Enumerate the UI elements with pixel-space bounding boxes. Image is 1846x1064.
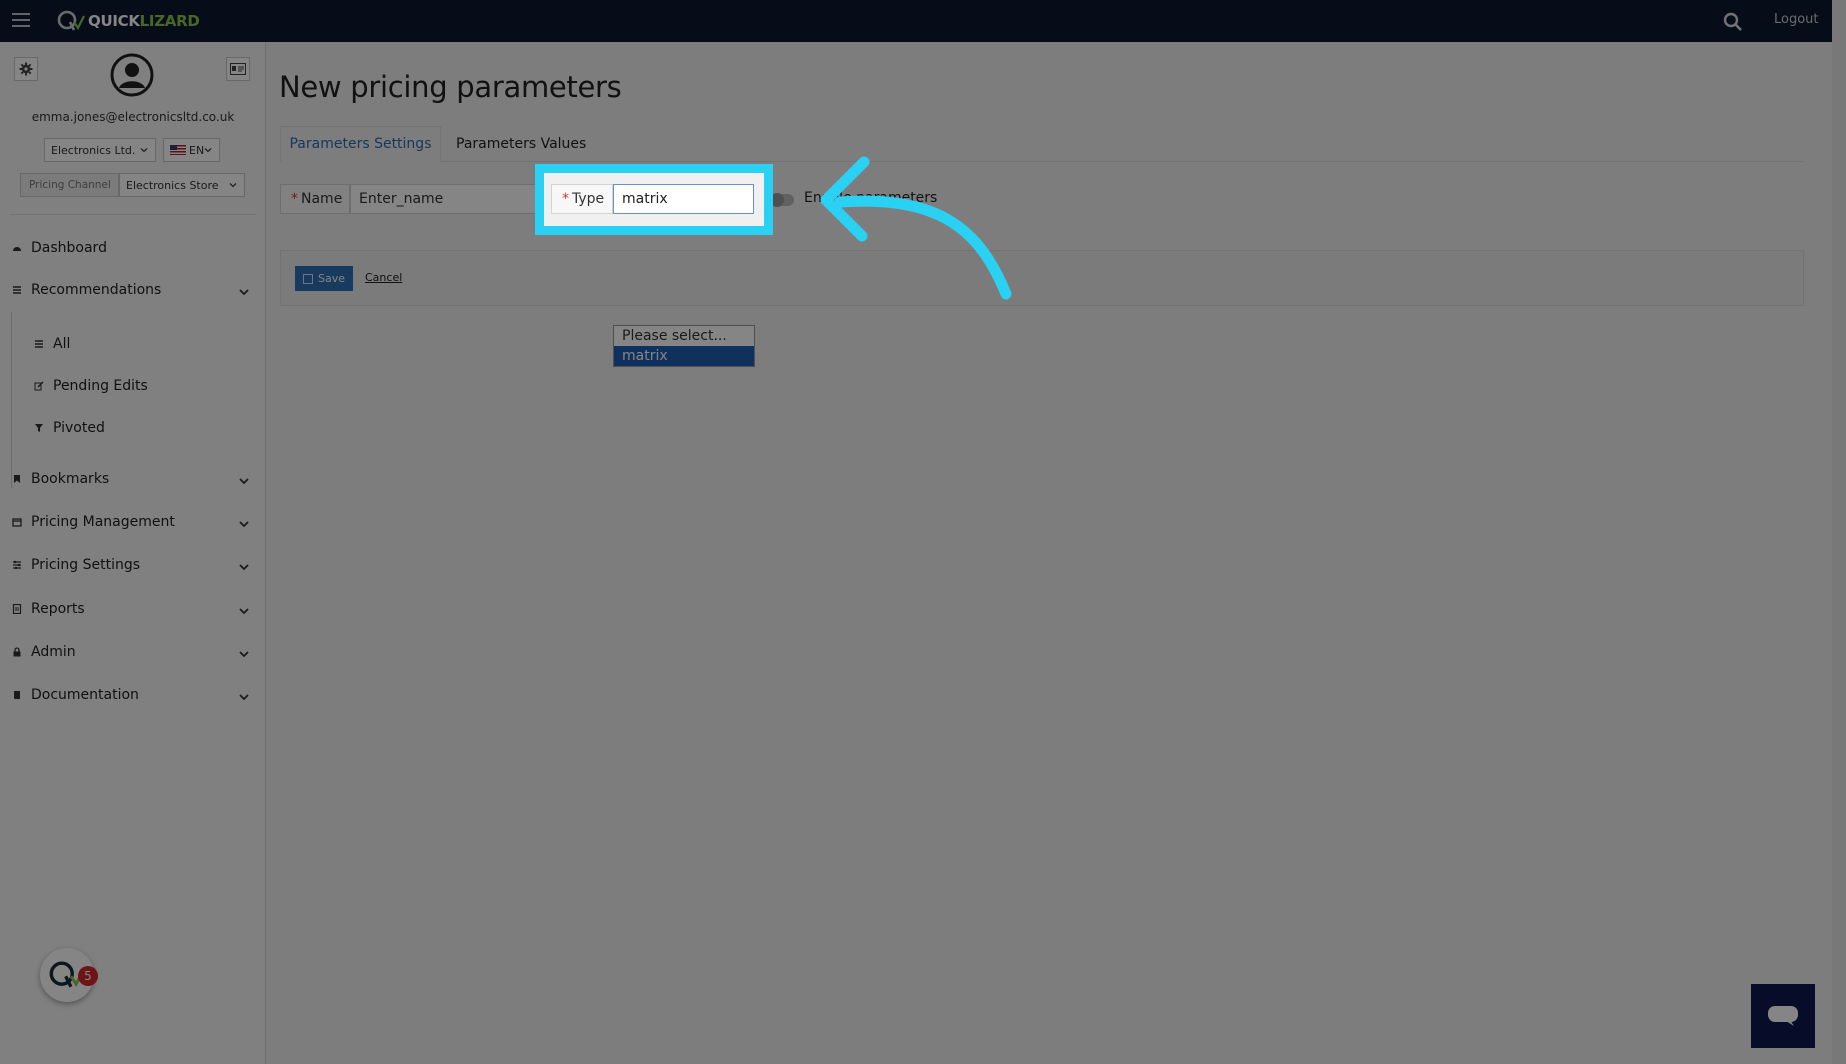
chevron-down-icon [140,148,148,153]
chevron-down-icon [229,183,237,188]
name-label-text: Name [301,191,343,207]
page-scrollbar[interactable] [1832,0,1846,1064]
chevron-down-icon[interactable] [238,648,250,660]
chevron-down-icon[interactable] [238,475,250,487]
list-icon [35,340,43,348]
chevron-down-icon[interactable] [238,561,250,573]
pricing-channel-select[interactable]: Electronics Store [119,173,245,197]
top-bar: QUICKLIZARD Logout [0,0,1846,42]
us-flag-icon [170,145,186,155]
chat-icon [1768,1006,1798,1026]
avatar[interactable] [110,53,154,97]
sidebar-item-label: Dashboard [31,240,107,256]
sidebar-item-pricing-management[interactable]: Pricing Management [12,511,175,533]
tab-parameters-settings[interactable]: Parameters Settings [280,126,441,162]
pricing-channel-value: Electronics Store [126,178,219,192]
sidebar-item-admin[interactable]: Admin [12,641,76,663]
logo-text: QUICKLIZARD [88,12,200,30]
id-card-button[interactable] [226,57,250,81]
cancel-link[interactable]: Cancel [365,271,402,284]
page-title: New pricing parameters [279,70,622,104]
sidebar-subitem-label: All [53,336,71,352]
sidebar-item-dashboard[interactable]: Dashboard [12,237,107,259]
sidebar-item-label: Recommendations [31,282,162,298]
save-button-label: Save [317,272,345,285]
sidebar-item-label: Admin [31,644,76,660]
filter-icon [35,424,43,432]
sidebar-item-documentation[interactable]: Documentation [12,684,139,706]
dropdown-option-selected[interactable]: matrix [614,346,754,366]
sidebar-subitem-label: Pivoted [53,420,105,436]
sidebar-item-label: Pricing Settings [31,557,141,573]
highlight-frame [535,164,773,235]
lock-icon [13,647,21,657]
sidebar-item-label: Pricing Management [31,514,175,530]
list-icon [13,286,21,294]
report-icon [12,604,22,614]
edit-icon [34,381,44,391]
sidebar-item-recommendations[interactable]: Recommendations [12,279,161,301]
chevron-down-icon[interactable] [238,286,250,298]
logout-link[interactable]: Logout [1774,12,1819,27]
id-card-icon [230,63,246,75]
bookmark-icon [14,475,20,483]
tab-bar: Parameters Settings Parameters Values [280,126,1804,162]
chevron-down-icon[interactable] [238,691,250,703]
sliders-icon [13,560,21,570]
enable-toggle[interactable] [770,193,794,207]
search-icon[interactable] [1722,11,1744,33]
chevron-down-icon [204,148,212,153]
sidebar-item-label: Reports [31,601,85,617]
name-input[interactable]: Enter_name [350,184,540,214]
sidebar-subitem-all[interactable]: All [34,333,70,355]
sidebar-item-pricing-settings[interactable]: Pricing Settings [12,554,140,576]
sidebar-divider [10,214,256,215]
language-select-value: EN [189,143,205,157]
save-button[interactable]: Save [295,266,353,291]
gear-icon [19,62,33,76]
sidebar-item-bookmarks[interactable]: Bookmarks [12,468,109,490]
sidebar-subitem-pending-edits[interactable]: Pending Edits [34,375,148,397]
sidebar-item-reports[interactable]: Reports [12,598,85,620]
book-icon [14,691,20,699]
hamburger-menu-icon[interactable] [12,13,30,27]
calendar-icon [12,518,22,527]
pricing-channel-label: Pricing Channel [20,173,119,197]
language-select[interactable]: EN [163,138,220,162]
sidebar-subitem-pivoted[interactable]: Pivoted [34,417,105,439]
company-select-value: Electronics Ltd. [51,143,136,157]
floppy-disk-icon [302,273,313,284]
dashboard-icon [13,247,21,251]
name-field-label: * Name [280,184,350,214]
settings-button[interactable] [14,57,38,81]
sidebar: emma.jones@electronicsltd.co.uk Electron… [0,42,266,1064]
sidebar-item-label: Bookmarks [31,471,110,487]
logo-mark-icon [57,10,85,31]
quicklizard-logo[interactable]: QUICKLIZARD [56,8,200,34]
tab-parameters-values[interactable]: Parameters Values [456,126,586,162]
actions-panel [280,250,1804,306]
type-dropdown-list: Please select... matrix [613,325,755,367]
pointer-arrow-icon [820,156,1012,300]
chat-button[interactable] [1751,984,1815,1048]
user-email: emma.jones@electronicsltd.co.uk [31,110,235,124]
sidebar-subitem-label: Pending Edits [53,378,148,394]
chevron-down-icon[interactable] [238,605,250,617]
submenu-line [11,312,12,488]
required-marker: * [291,191,298,207]
company-select[interactable]: Electronics Ltd. [44,138,156,162]
chevron-down-icon[interactable] [238,518,250,530]
notification-badge: 5 [78,966,98,986]
sidebar-item-label: Documentation [31,687,139,703]
dropdown-option[interactable]: Please select... [614,326,754,346]
